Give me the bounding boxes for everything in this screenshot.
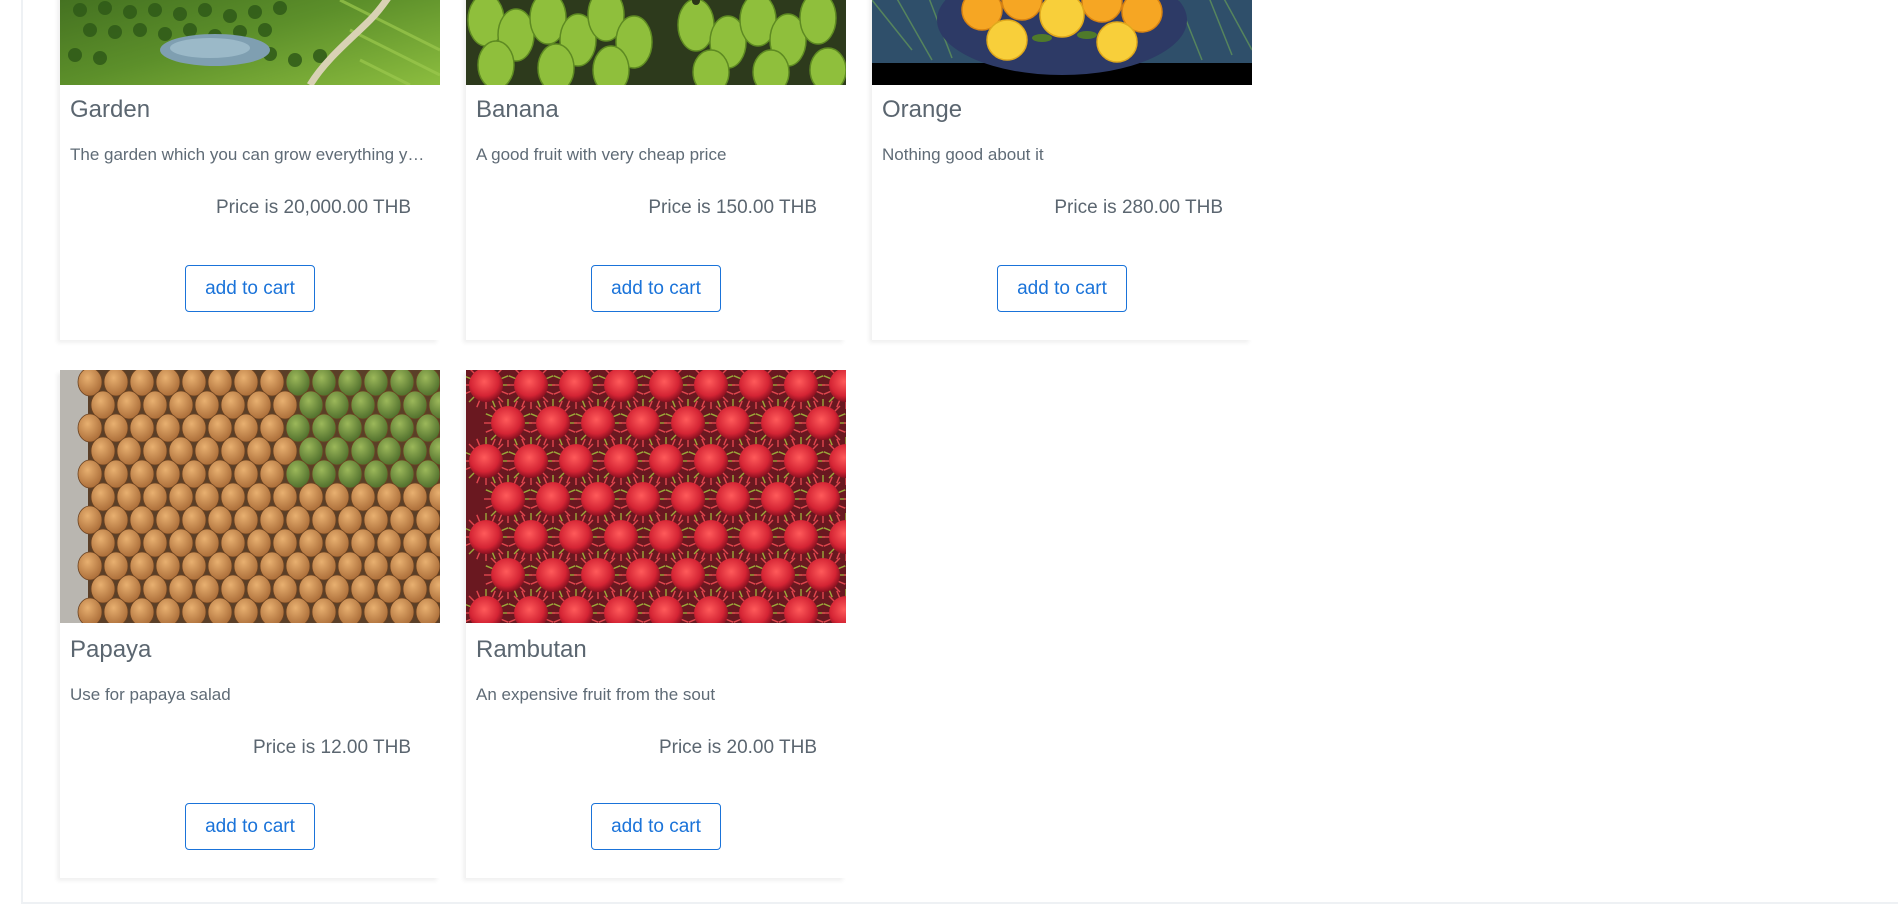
product-card-papaya: Papaya Use for papaya salad Price is 12.… [60,370,440,878]
product-title: Papaya [70,636,152,663]
product-image-rambutan[interactable] [466,370,846,623]
product-card-garden: Garden The garden which you can grow eve… [60,0,440,340]
product-price: Price is 12.00 THB [252,737,411,758]
papaya-pattern [77,370,440,623]
add-to-cart-button[interactable]: add to cart [185,265,315,312]
product-card-orange: Orange Nothing good about it Price is 28… [872,0,1252,340]
product-description: An expensive fruit from the sout [476,685,716,704]
product-price: Price is 150.00 THB [648,197,817,218]
add-to-cart-button[interactable]: add to cart [591,265,721,312]
product-description: Use for papaya salad [70,685,231,704]
product-price: Price is 20,000.00 THB [215,197,411,218]
product-image-banana[interactable] [466,0,846,85]
product-description: Nothing good about it [882,145,1044,164]
product-price: Price is 20.00 THB [658,737,817,758]
product-title: Orange [882,96,963,123]
product-card-rambutan: Rambutan An expensive fruit from the sou… [466,370,846,878]
product-image-papaya[interactable] [60,370,440,623]
product-description: A good fruit with very cheap price [476,145,727,164]
product-card-banana: Banana A good fruit with very cheap pric… [466,0,846,340]
product-description: The garden which you can grow everything… [70,145,432,164]
product-image-garden[interactable] [60,0,440,85]
product-title: Banana [476,96,559,123]
product-price: Price is 280.00 THB [1054,197,1223,218]
product-title: Garden [70,96,151,123]
add-to-cart-button[interactable]: add to cart [591,803,721,850]
add-to-cart-button[interactable]: add to cart [185,803,315,850]
product-page: Garden The garden which you can grow eve… [0,0,1898,917]
add-to-cart-button[interactable]: add to cart [997,265,1127,312]
product-image-orange[interactable] [872,0,1252,85]
product-title: Rambutan [476,636,587,663]
